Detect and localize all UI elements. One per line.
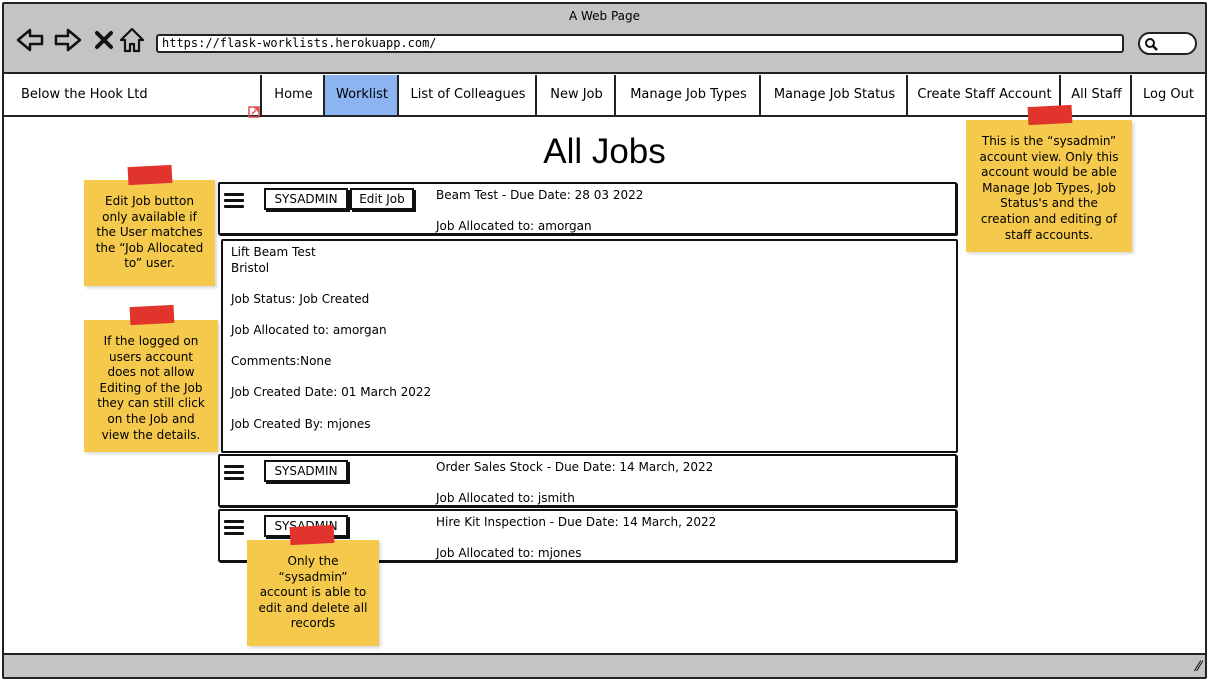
details-line1: Lift Beam Test [231, 245, 316, 259]
tape [129, 304, 175, 326]
back-icon[interactable] [16, 26, 44, 54]
brand-name[interactable]: Below the Hook Ltd [4, 75, 260, 115]
nav-new-job[interactable]: New Job [535, 75, 616, 115]
status-bar: ⁄⁄ [4, 653, 1205, 677]
tape [127, 164, 173, 186]
search-box[interactable] [1138, 32, 1197, 55]
close-icon[interactable] [90, 26, 118, 54]
job-allocated: Job Allocated to: jsmith [436, 491, 575, 505]
site-navbar: Below the Hook Ltd Home Worklist List of… [4, 75, 1205, 118]
sticky-note-view-details: If the logged on users account does not … [84, 320, 218, 452]
nav-home[interactable]: Home [260, 75, 325, 115]
window-title: A Web Page [568, 9, 641, 23]
details-created-date: Job Created Date: 01 March 2022 [231, 385, 432, 400]
job-allocated: Job Allocated to: amorgan [436, 219, 592, 233]
sysadmin-badge[interactable]: SYSADMIN [264, 460, 348, 482]
details-status: Job Status: Job Created [231, 291, 370, 306]
tape [1027, 104, 1073, 126]
job-title: Hire Kit Inspection - Due Date: 14 March… [436, 515, 717, 529]
sticky-note-sysadmin-edit: Only the “sysadmin” account is able to e… [247, 540, 379, 646]
menu-icon[interactable] [224, 193, 244, 209]
nav-manage-job-types[interactable]: Manage Job Types [614, 75, 761, 115]
details-allocated: Job Allocated to: amorgan [231, 322, 387, 337]
external-link-icon [248, 103, 260, 122]
details-created-by: Job Created By: mjones [231, 416, 371, 431]
tape [289, 524, 335, 546]
menu-icon[interactable] [224, 465, 244, 481]
details-comments: Comments:None [231, 354, 332, 369]
menu-icon[interactable] [224, 520, 244, 536]
nav-log-out[interactable]: Log Out [1130, 75, 1205, 115]
edit-job-button[interactable]: Edit Job [350, 188, 414, 210]
nav-list-of-colleagues[interactable]: List of Colleagues [397, 75, 537, 115]
browser-window: A Web Page https://flask-worklists.herok… [2, 2, 1207, 679]
url-bar[interactable]: https://flask-worklists.herokuapp.com/ [156, 34, 1124, 53]
job-card[interactable]: SYSADMIN Order Sales Stock - Due Date: 1… [218, 454, 957, 507]
sysadmin-badge[interactable]: SYSADMIN [264, 188, 348, 210]
job-allocated: Job Allocated to: mjones [436, 546, 582, 560]
job-title: Beam Test - Due Date: 28 03 2022 [436, 188, 644, 202]
nav-worklist[interactable]: Worklist [323, 75, 399, 115]
sticky-note-edit-job: Edit Job button only available if the Us… [84, 180, 215, 286]
sticky-note-sysadmin-view: This is the “sysadmin” account view. Onl… [966, 120, 1132, 252]
job-details-panel: Lift Beam Test Bristol Job Status: Job C… [221, 239, 958, 453]
home-icon[interactable] [118, 26, 146, 54]
resize-grip-icon[interactable]: ⁄⁄ [1196, 659, 1201, 675]
job-title: Order Sales Stock - Due Date: 14 March, … [436, 460, 714, 474]
job-card[interactable]: SYSADMIN Edit Job Beam Test - Due Date: … [218, 182, 957, 235]
forward-icon[interactable] [54, 26, 82, 54]
details-line2: Bristol [231, 260, 270, 275]
browser-chrome: A Web Page https://flask-worklists.herok… [4, 4, 1205, 74]
nav-manage-job-status[interactable]: Manage Job Status [759, 75, 908, 115]
search-icon [1145, 38, 1158, 51]
